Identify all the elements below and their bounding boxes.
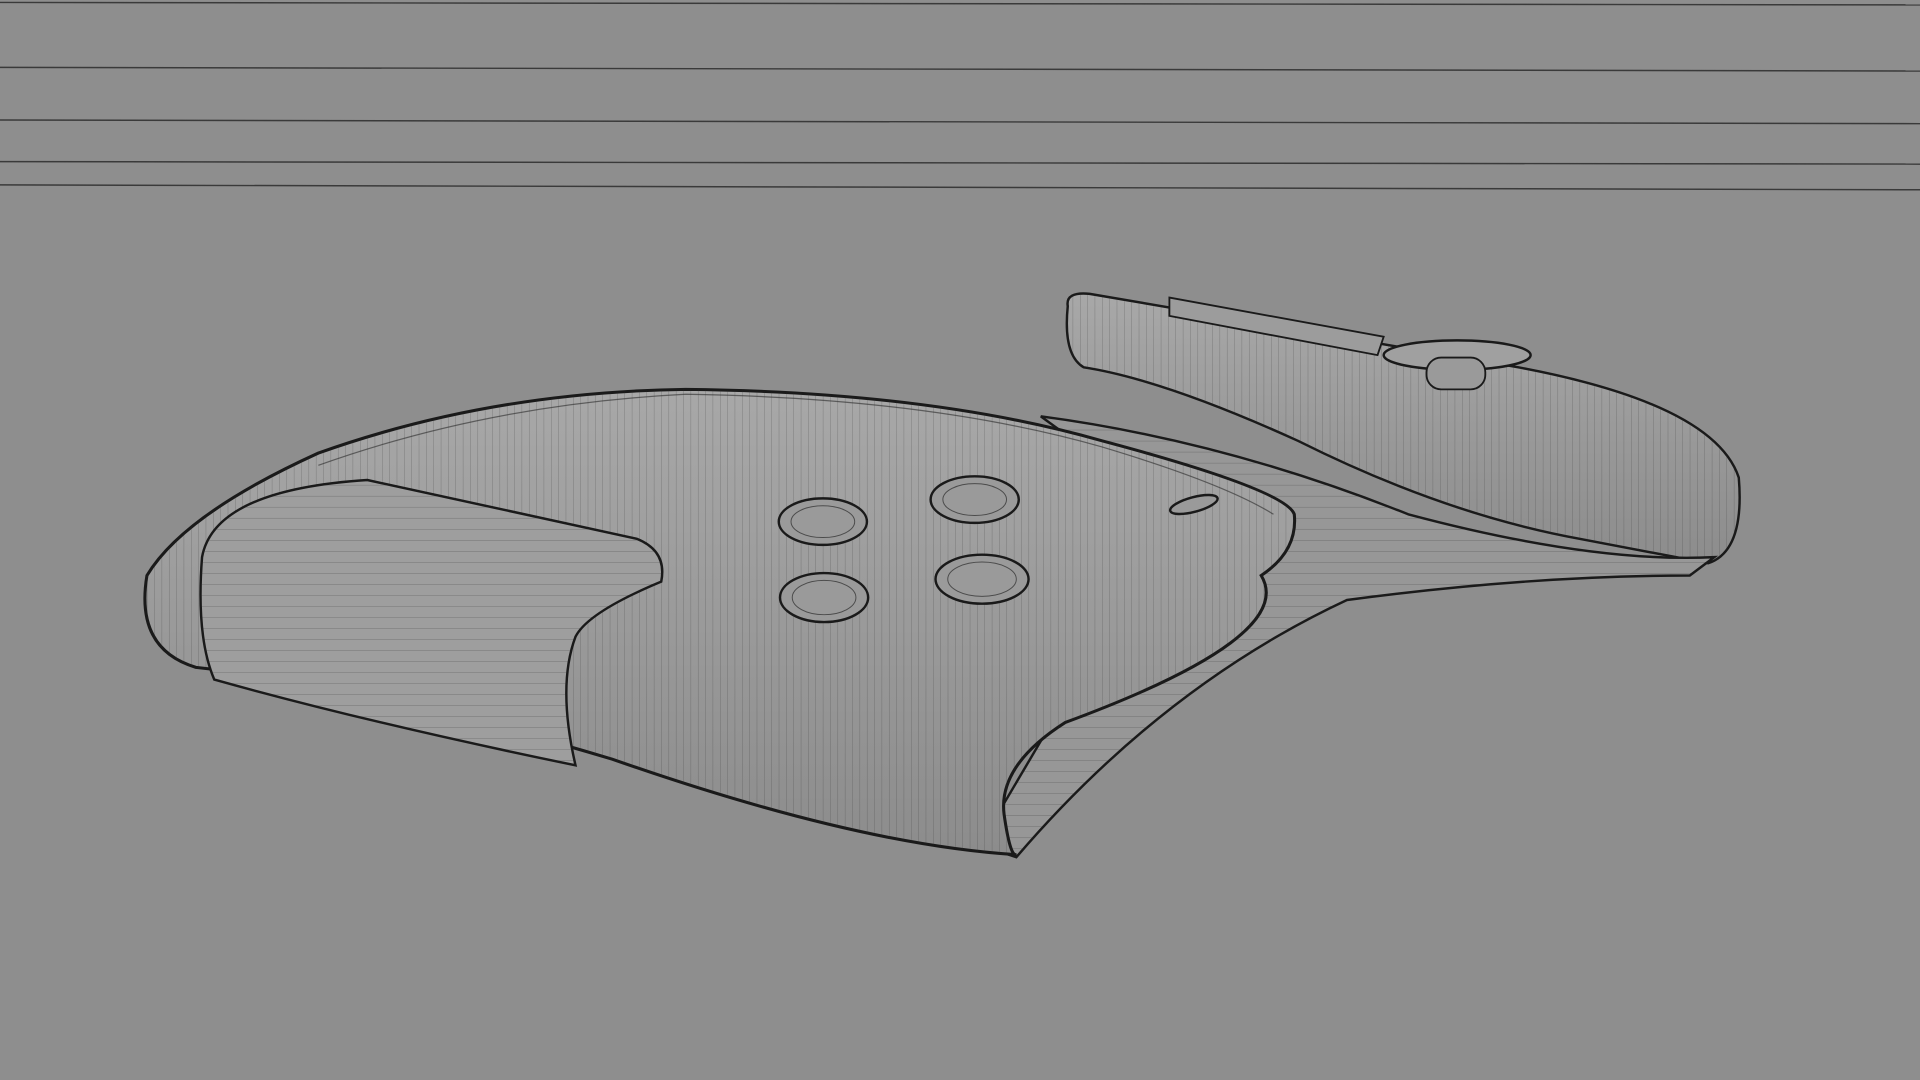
3d-viewport <box>0 0 1920 1080</box>
